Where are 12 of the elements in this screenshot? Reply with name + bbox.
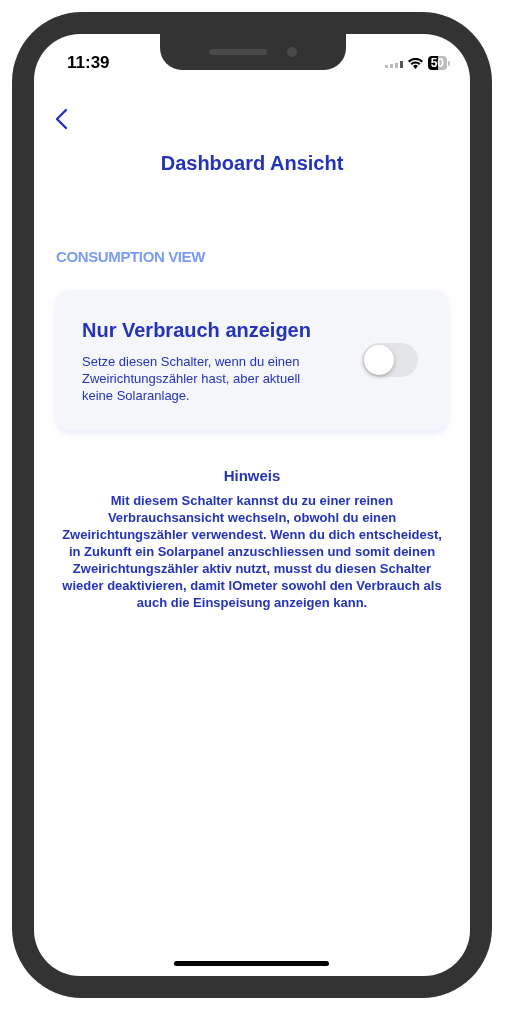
- note-text: Mit diesem Schalter kannst du zu einer reinen Verbrauchsansicht wechseln, obwohl du einen Zweirichtungszähler verwendest. Wenn du dich entscheidest, in Zukunft ein Solarpanel anzuschliessen und somit deinen Zweirichtungszähler aktiv nutzt, musst du diesen Schalter wieder deaktivieren, damit IOmeter sowohl den Verbrauch als auch die Einspeisung anzeigen kann.: [61, 492, 443, 611]
- setting-description: Setze diesen Schalter, wenn du einen Zweirichtungszähler hast, aber aktuell keine Solaranlage.: [82, 353, 302, 404]
- toggle-switch[interactable]: [362, 342, 418, 377]
- toggle-knob: [364, 344, 394, 375]
- note-title: Hinweis: [222, 465, 282, 486]
- back-icon: [54, 108, 68, 130]
- signal-icon: [384, 58, 403, 68]
- status-time: 11:39: [67, 52, 110, 75]
- setting-title: Nur Verbrauch anzeigen: [82, 318, 312, 343]
- section-heading: CONSUMPTION VIEW: [56, 247, 207, 267]
- wifi-icon: [407, 57, 423, 69]
- page-title: Dashboard Ansicht: [159, 151, 345, 176]
